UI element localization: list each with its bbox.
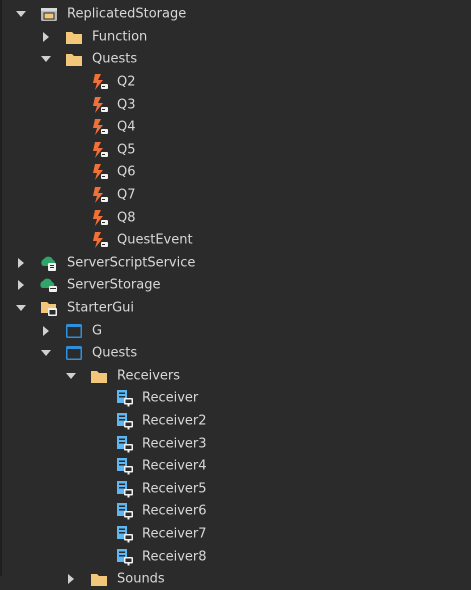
tree-item-local-script[interactable]: Receiver xyxy=(0,387,471,410)
tree-item-server-storage[interactable]: ServerStorage xyxy=(0,274,471,297)
tree-item-function-folder[interactable]: Function xyxy=(0,26,471,49)
tree-item-local-script[interactable]: Receiver5 xyxy=(0,477,471,500)
server-script-service-icon xyxy=(40,254,58,272)
tree-item-label: Quests xyxy=(92,51,138,67)
tree-item-label: Function xyxy=(92,29,148,45)
remote-event-icon xyxy=(91,96,109,114)
tree-item-label: Receiver4 xyxy=(142,458,207,474)
folder-icon xyxy=(90,570,108,588)
local-script-icon xyxy=(116,502,134,520)
tree-item-remote-event[interactable]: Q6 xyxy=(0,161,471,184)
tree-item-label: ReplicatedStorage xyxy=(67,6,187,22)
tree-item-local-script[interactable]: Receiver2 xyxy=(0,410,471,433)
tree-item-label: Q3 xyxy=(117,97,136,113)
tree-item-label: Receiver xyxy=(142,390,199,406)
tree-item-replicated-storage[interactable]: ReplicatedStorage xyxy=(0,3,471,26)
tree-item-remote-event[interactable]: Q8 xyxy=(0,206,471,229)
tree-item-label: G xyxy=(92,323,103,339)
tree-item-screen-gui-g[interactable]: G xyxy=(0,319,471,342)
starter-gui-icon xyxy=(40,299,58,317)
tree-item-label: Q7 xyxy=(117,187,136,203)
expand-arrow-icon[interactable] xyxy=(15,279,27,291)
expand-arrow-icon[interactable] xyxy=(15,257,27,269)
tree-item-screen-gui-quests[interactable]: Quests xyxy=(0,342,471,365)
folder-icon xyxy=(90,367,108,385)
tree-item-label: Receiver8 xyxy=(142,549,207,565)
tree-item-remote-event[interactable]: Q3 xyxy=(0,93,471,116)
tree-item-label: Receiver6 xyxy=(142,503,207,519)
local-script-icon xyxy=(116,389,134,407)
folder-icon xyxy=(65,28,83,46)
expand-arrow-icon[interactable] xyxy=(40,347,52,359)
tree-item-label: Sounds xyxy=(117,571,165,587)
tree-item-starter-gui[interactable]: StarterGui xyxy=(0,297,471,320)
expand-arrow-icon[interactable] xyxy=(15,8,27,20)
tree-item-label: Q6 xyxy=(117,164,136,180)
tree-item-remote-event[interactable]: QuestEvent xyxy=(0,229,471,252)
remote-event-icon xyxy=(91,231,109,249)
tree-item-local-script[interactable]: Receiver6 xyxy=(0,500,471,523)
tree-item-local-script[interactable]: Receiver8 xyxy=(0,545,471,568)
server-storage-icon xyxy=(40,276,58,294)
local-script-icon xyxy=(116,548,134,566)
tree-item-remote-event[interactable]: Q7 xyxy=(0,184,471,207)
local-script-icon xyxy=(116,525,134,543)
tree-item-quests-folder[interactable]: Quests xyxy=(0,48,471,71)
tree-item-local-script[interactable]: Receiver7 xyxy=(0,523,471,546)
expand-arrow-icon[interactable] xyxy=(65,370,77,382)
tree-item-label: Q8 xyxy=(117,210,136,226)
remote-event-icon xyxy=(91,209,109,227)
tree-item-sounds-folder[interactable]: Sounds xyxy=(0,568,471,590)
remote-event-icon xyxy=(91,118,109,136)
tree-item-receivers-folder[interactable]: Receivers xyxy=(0,365,471,388)
local-script-icon xyxy=(116,457,134,475)
tree-item-label: ServerStorage xyxy=(67,277,161,293)
remote-event-icon xyxy=(91,186,109,204)
tree-item-remote-event[interactable]: Q4 xyxy=(0,116,471,139)
tree-item-label: Receivers xyxy=(117,368,181,384)
tree-item-label: Q2 xyxy=(117,74,136,90)
expand-arrow-icon[interactable] xyxy=(15,302,27,314)
remote-event-icon xyxy=(91,141,109,159)
expand-arrow-icon[interactable] xyxy=(40,31,52,43)
expand-arrow-icon[interactable] xyxy=(40,53,52,65)
tree-item-label: Quests xyxy=(92,345,138,361)
tree-item-label: Receiver7 xyxy=(142,526,207,542)
tree-item-local-script[interactable]: Receiver3 xyxy=(0,432,471,455)
local-script-icon xyxy=(116,480,134,498)
tree-item-label: StarterGui xyxy=(67,300,135,316)
tree-item-remote-event[interactable]: Q5 xyxy=(0,139,471,162)
local-script-icon xyxy=(116,435,134,453)
tree-item-label: Q4 xyxy=(117,119,136,135)
tree-item-label: Receiver5 xyxy=(142,481,207,497)
tree-item-label: ServerScriptService xyxy=(67,255,196,271)
remote-event-icon xyxy=(91,163,109,181)
local-script-icon xyxy=(116,412,134,430)
screen-gui-icon xyxy=(65,344,83,362)
tree-item-remote-event[interactable]: Q2 xyxy=(0,71,471,94)
replicated-storage-icon xyxy=(40,5,58,23)
screen-gui-icon xyxy=(65,322,83,340)
explorer-tree: ReplicatedStorage Function Quests Q2 Q3 … xyxy=(0,3,471,590)
tree-item-label: Q5 xyxy=(117,142,136,158)
tree-item-local-script[interactable]: Receiver4 xyxy=(0,455,471,478)
tree-item-label: QuestEvent xyxy=(117,232,193,248)
tree-item-label: Receiver3 xyxy=(142,436,207,452)
remote-event-icon xyxy=(91,73,109,91)
expand-arrow-icon[interactable] xyxy=(65,573,77,585)
expand-arrow-icon[interactable] xyxy=(40,325,52,337)
folder-icon xyxy=(65,50,83,68)
tree-item-server-script-service[interactable]: ServerScriptService xyxy=(0,252,471,275)
tree-item-label: Receiver2 xyxy=(142,413,207,429)
